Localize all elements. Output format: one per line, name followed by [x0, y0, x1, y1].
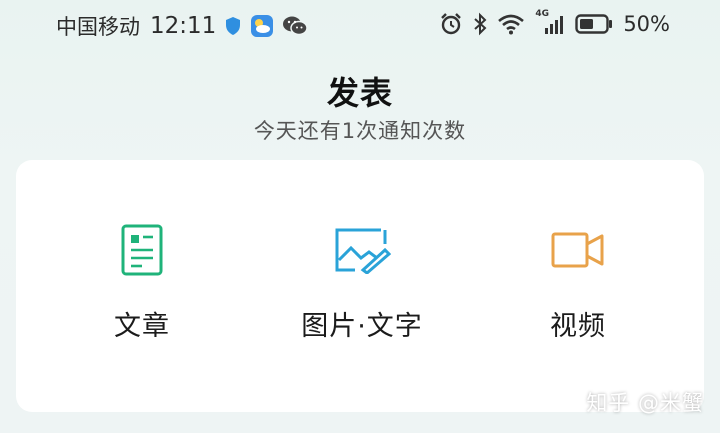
notification-count-hint: 今天还有1次通知次数: [253, 119, 467, 143]
publish-video-button[interactable]: 视频: [478, 220, 678, 343]
publish-options-card: 文章 图片·文字 视频: [16, 160, 704, 412]
network-type-label: 4G: [535, 9, 549, 19]
weather-app-icon: [250, 14, 274, 38]
image-text-icon: [333, 220, 391, 280]
publish-article-button[interactable]: 文章: [42, 220, 242, 343]
clock: 12:11: [150, 13, 217, 39]
bluetooth-icon: [473, 12, 487, 36]
publish-image-text-label: 图片·文字: [301, 311, 423, 342]
publish-image-text-button[interactable]: 图片·文字: [262, 220, 462, 343]
shield-icon: [224, 16, 242, 36]
status-bar-right: 4G 50%: [439, 9, 670, 36]
status-bar: 中国移动 12:11 4G 50%: [0, 0, 720, 50]
publish-video-label: 视频: [550, 311, 606, 342]
article-icon: [120, 220, 164, 280]
signal-icon: 4G: [535, 9, 565, 35]
wifi-icon: [497, 13, 525, 35]
publish-article-label: 文章: [114, 311, 170, 342]
status-bar-left: 中国移动 12:11: [56, 11, 309, 41]
watermark: 知乎 @米蟹: [586, 391, 704, 415]
battery-percent: 50%: [623, 12, 670, 36]
alarm-icon: [439, 12, 463, 36]
carrier-label: 中国移动: [56, 15, 140, 39]
page-title: 发表: [326, 74, 393, 112]
wechat-icon: [282, 15, 309, 37]
video-icon: [550, 220, 606, 280]
battery-icon: [575, 14, 613, 34]
